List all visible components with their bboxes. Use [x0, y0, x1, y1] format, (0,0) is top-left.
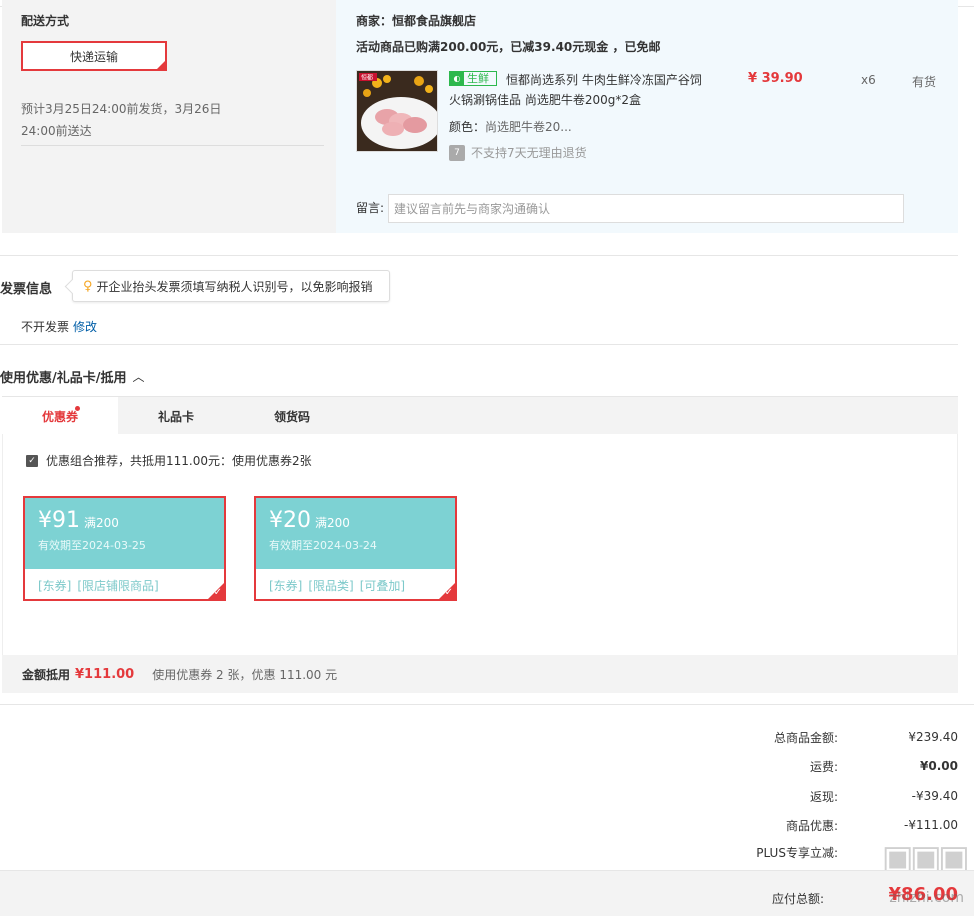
coupon-total: ¥111.00	[75, 666, 135, 682]
chevron-up-icon: ︿	[132, 370, 145, 384]
check-icon: ✓	[444, 587, 453, 598]
coupon-expiry: 有效期至2024-03-24	[269, 539, 377, 552]
coupon-tags: [东券] [限品类] [可叠加]	[269, 579, 406, 593]
divider	[0, 704, 974, 705]
invoice-status: 不开发票 修改	[21, 320, 98, 334]
shipping-section-label: 配送方式	[21, 14, 70, 28]
coupon-amount: ¥91	[38, 508, 80, 533]
total-row-cashback: 返现: -¥39.40	[809, 789, 958, 804]
divider	[0, 344, 958, 345]
divider	[0, 255, 958, 256]
tab-redeem-code[interactable]: 领货码	[234, 397, 350, 435]
message-input[interactable]	[388, 194, 904, 223]
check-icon: ✓	[213, 587, 222, 598]
fish-icon: ◐	[450, 72, 464, 85]
invoice-edit-link[interactable]: 修改	[73, 320, 97, 334]
product-thumbnail[interactable]: 恒都	[356, 70, 438, 152]
check-icon: ✓	[157, 60, 164, 69]
no-return-icon: 7	[449, 144, 465, 161]
message-label: 留言:	[356, 201, 385, 215]
total-row-shipping: 运费: ¥0.00	[809, 759, 958, 774]
product-qty: x6	[861, 73, 876, 87]
payment-bar	[0, 870, 974, 916]
coupon-amount: ¥20	[269, 508, 311, 533]
coupon-section-toggle[interactable]: 使用优惠/礼品卡/抵用 ︿	[0, 367, 145, 386]
lightbulb-icon: ♀	[83, 278, 93, 294]
notification-dot-icon	[75, 406, 80, 411]
checkbox-checked-icon[interactable]: ✓	[26, 454, 38, 467]
delivery-eta: 预计3月25日24:00前发货，3月26日 24:00前送达	[21, 102, 222, 138]
tab-gift-card[interactable]: 礼品卡	[118, 397, 234, 435]
product-color: 颜色：尚选肥牛卷20...	[449, 120, 572, 134]
invoice-tip: ♀ 开企业抬头发票须填写纳税人识别号，以免影响报销	[72, 270, 390, 302]
shipping-method-label: 快递运输	[69, 49, 118, 64]
combo-recommend[interactable]: ✓ 优惠组合推荐，共抵用111.00元：使用优惠券2张	[26, 452, 312, 469]
shipping-method-button[interactable]: 快递运输 ✓	[21, 41, 167, 71]
coupon-tabs: 优惠券 礼品卡 领货码	[2, 396, 958, 435]
pay-total-label: 应付总额:	[771, 892, 824, 906]
beef-roll-image-icon: 恒都	[357, 71, 437, 151]
promo-text: 活动商品已购满200.00元，已减39.40元现金 ，已免邮	[356, 40, 661, 54]
coupon-card[interactable]: ¥91 满200 有效期至2024-03-25 [东券] [限店铺限商品] ✓	[23, 496, 226, 601]
merchant-name: 商家：恒都食品旗舰店	[356, 14, 477, 28]
coupon-condition: 满200	[315, 516, 350, 530]
fresh-tag: ◐ 生鲜	[449, 71, 497, 86]
watermark-text: zhizhi.com	[889, 890, 964, 906]
coupon-summary: 金额抵用 ¥111.00 使用优惠券 2 张，优惠 111.00 元	[2, 655, 958, 693]
eta-divider	[21, 145, 324, 146]
coupon-condition: 满200	[84, 516, 119, 530]
coupon-tags: [东券] [限店铺限商品]	[38, 579, 159, 593]
coupon-expiry: 有效期至2024-03-25	[38, 539, 146, 552]
coupon-card[interactable]: ¥20 满200 有效期至2024-03-24 [东券] [限品类] [可叠加] ✓	[254, 496, 457, 601]
total-row-discount: 商品优惠: -¥111.00	[785, 818, 958, 833]
tab-coupon[interactable]: 优惠券	[2, 397, 118, 435]
product-price: ¥ 39.90	[748, 71, 803, 86]
return-policy: 7 不支持7天无理由退货	[449, 144, 587, 161]
invoice-title: 发票信息	[0, 282, 53, 297]
stock-status: 有货	[912, 75, 937, 89]
thumb-brand-label: 恒都	[361, 74, 373, 82]
total-row-goods: 总商品金额: ¥239.40	[773, 730, 958, 745]
